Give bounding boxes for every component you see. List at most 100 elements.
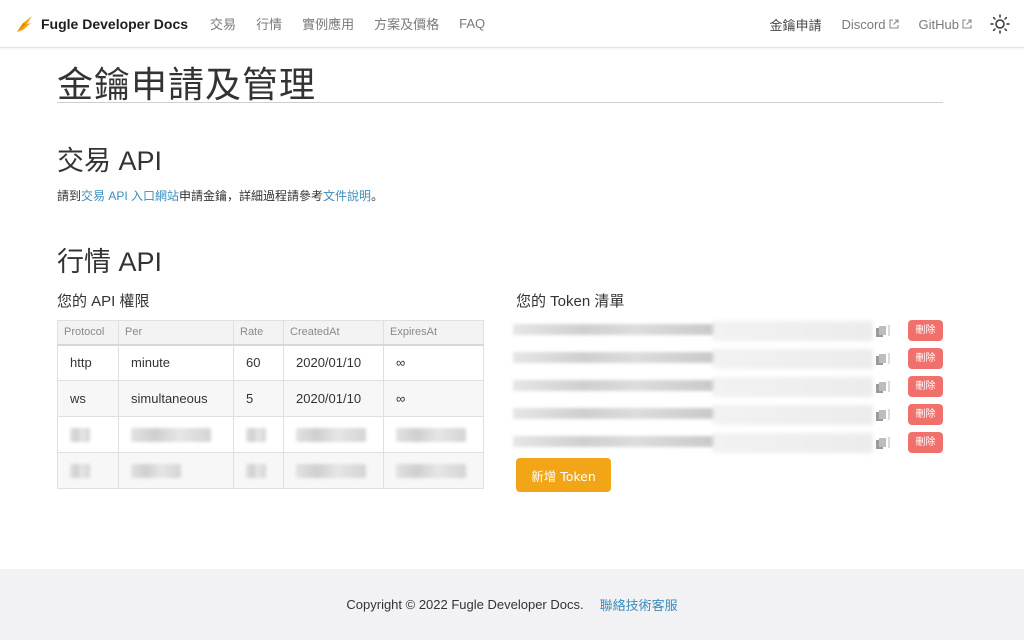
redacted-text xyxy=(296,464,366,479)
support-link[interactable]: 聯絡技術客服 xyxy=(600,595,678,614)
text-pre: 請到 xyxy=(57,189,82,203)
redacted-token xyxy=(513,324,718,335)
redacted-cell xyxy=(57,452,119,489)
copy-icon[interactable] xyxy=(874,352,890,368)
delete-token-button[interactable]: 刪除 xyxy=(908,432,943,453)
redacted-token-bg xyxy=(713,405,873,425)
table-row-redacted xyxy=(57,452,484,489)
cell-rate: 60 xyxy=(233,344,284,381)
redacted-cell xyxy=(383,452,484,489)
redacted-token-bg xyxy=(713,377,873,397)
footer: Copyright © 2022 Fugle Developer Docs. 聯… xyxy=(0,569,1024,640)
col-created-at: CreatedAt xyxy=(283,320,384,346)
brand-title: Fugle Developer Docs xyxy=(41,15,189,32)
external-link-icon xyxy=(962,19,972,29)
redacted-text xyxy=(396,464,466,479)
github-label: GitHub xyxy=(918,16,959,32)
permissions-heading: 您的 API 權限 xyxy=(57,293,150,310)
token-row: 刪除 xyxy=(513,348,943,370)
nav-secondary: 金鑰申請 Discord GitHub xyxy=(759,0,1010,48)
trading-portal-link[interactable]: 交易 API 入口網站 xyxy=(81,189,179,203)
nav-link-faq[interactable]: FAQ xyxy=(449,16,495,31)
redacted-token xyxy=(513,380,718,391)
delete-token-button[interactable]: 刪除 xyxy=(908,376,943,397)
cell-expires-at: ∞ xyxy=(383,344,484,381)
redacted-text xyxy=(70,464,90,479)
table-row: ws simultaneous 5 2020/01/10 ∞ xyxy=(57,380,484,417)
nav-link-key-apply[interactable]: 金鑰申請 xyxy=(759,15,831,34)
cell-protocol: ws xyxy=(57,380,119,417)
delete-token-button[interactable]: 刪除 xyxy=(908,320,943,341)
nav-link-github[interactable]: GitHub xyxy=(909,17,982,32)
nav-link-pricing[interactable]: 方案及價格 xyxy=(364,14,449,33)
redacted-cell xyxy=(233,452,284,489)
redacted-text xyxy=(396,428,466,443)
cell-created-at: 2020/01/10 xyxy=(283,380,384,417)
sun-icon[interactable] xyxy=(990,14,1010,34)
docs-link[interactable]: 文件說明 xyxy=(323,189,371,203)
redacted-token-bg xyxy=(713,433,873,453)
delete-token-button[interactable]: 刪除 xyxy=(908,348,943,369)
delete-token-button[interactable]: 刪除 xyxy=(908,404,943,425)
redacted-cell xyxy=(57,416,119,453)
page-title: 金鑰申請及管理 xyxy=(57,64,317,105)
cell-per: minute xyxy=(118,344,234,381)
redacted-token xyxy=(513,352,718,363)
trading-api-description: 請到交易 API 入口網站申請金鑰，詳細過程請參考文件說明。 xyxy=(57,187,383,204)
table-row-redacted xyxy=(57,416,484,453)
redacted-cell xyxy=(118,416,234,453)
text-post: 。 xyxy=(371,189,384,203)
nav-primary: 交易 行情 實例應用 方案及價格 FAQ xyxy=(200,14,495,33)
copy-icon[interactable] xyxy=(874,408,890,424)
cell-expires-at: ∞ xyxy=(383,380,484,417)
token-row: 刪除 xyxy=(513,404,943,426)
external-link-icon xyxy=(888,19,899,29)
copyright-text: Copyright © 2022 Fugle Developer Docs. xyxy=(346,597,584,612)
redacted-token-bg xyxy=(713,321,873,341)
redacted-text xyxy=(246,464,266,479)
nav-link-market[interactable]: 行情 xyxy=(246,14,292,33)
table-header-row: Protocol Per Rate CreatedAt ExpiresAt xyxy=(57,320,484,346)
copy-icon[interactable] xyxy=(874,380,890,396)
cell-created-at: 2020/01/10 xyxy=(283,344,384,381)
col-expires-at: ExpiresAt xyxy=(383,320,484,346)
nav-link-examples[interactable]: 實例應用 xyxy=(292,14,364,33)
nav-link-trading[interactable]: 交易 xyxy=(200,14,246,33)
redacted-text xyxy=(131,428,211,443)
title-divider xyxy=(57,102,943,103)
redacted-text xyxy=(296,428,366,443)
text-mid: 申請金鑰，詳細過程請參考 xyxy=(179,189,324,203)
add-token-button[interactable]: 新增 Token xyxy=(516,458,611,492)
col-per: Per xyxy=(118,320,234,346)
copy-icon[interactable] xyxy=(874,324,890,340)
copy-icon[interactable] xyxy=(874,436,890,452)
discord-label: Discord xyxy=(841,16,886,32)
tokens-heading: 您的 Token 清單 xyxy=(516,293,625,310)
col-rate: Rate xyxy=(233,320,284,346)
col-protocol: Protocol xyxy=(57,320,119,346)
fugle-logo-icon xyxy=(17,15,32,32)
redacted-cell xyxy=(283,416,384,453)
market-api-heading: 行情 API xyxy=(57,247,163,277)
permissions-table: Protocol Per Rate CreatedAt ExpiresAt ht… xyxy=(57,320,484,489)
token-row: 刪除 xyxy=(513,320,943,342)
redacted-cell xyxy=(283,452,384,489)
token-row: 刪除 xyxy=(513,376,943,398)
redacted-text xyxy=(131,464,181,479)
redacted-text xyxy=(246,428,266,443)
cell-rate: 5 xyxy=(233,380,284,417)
token-row: 刪除 xyxy=(513,432,943,454)
redacted-token xyxy=(513,408,718,419)
brand-link[interactable]: Fugle Developer Docs xyxy=(14,14,188,34)
redacted-cell xyxy=(383,416,484,453)
redacted-text xyxy=(70,428,90,443)
cell-protocol: http xyxy=(57,344,119,381)
redacted-token-bg xyxy=(713,349,873,369)
navbar: Fugle Developer Docs 交易 行情 實例應用 方案及價格 FA… xyxy=(0,0,1024,48)
trading-api-heading: 交易 API xyxy=(57,146,163,176)
redacted-cell xyxy=(118,452,234,489)
redacted-cell xyxy=(233,416,284,453)
redacted-token xyxy=(513,436,718,447)
nav-link-discord[interactable]: Discord xyxy=(831,17,908,32)
cell-per: simultaneous xyxy=(118,380,234,417)
